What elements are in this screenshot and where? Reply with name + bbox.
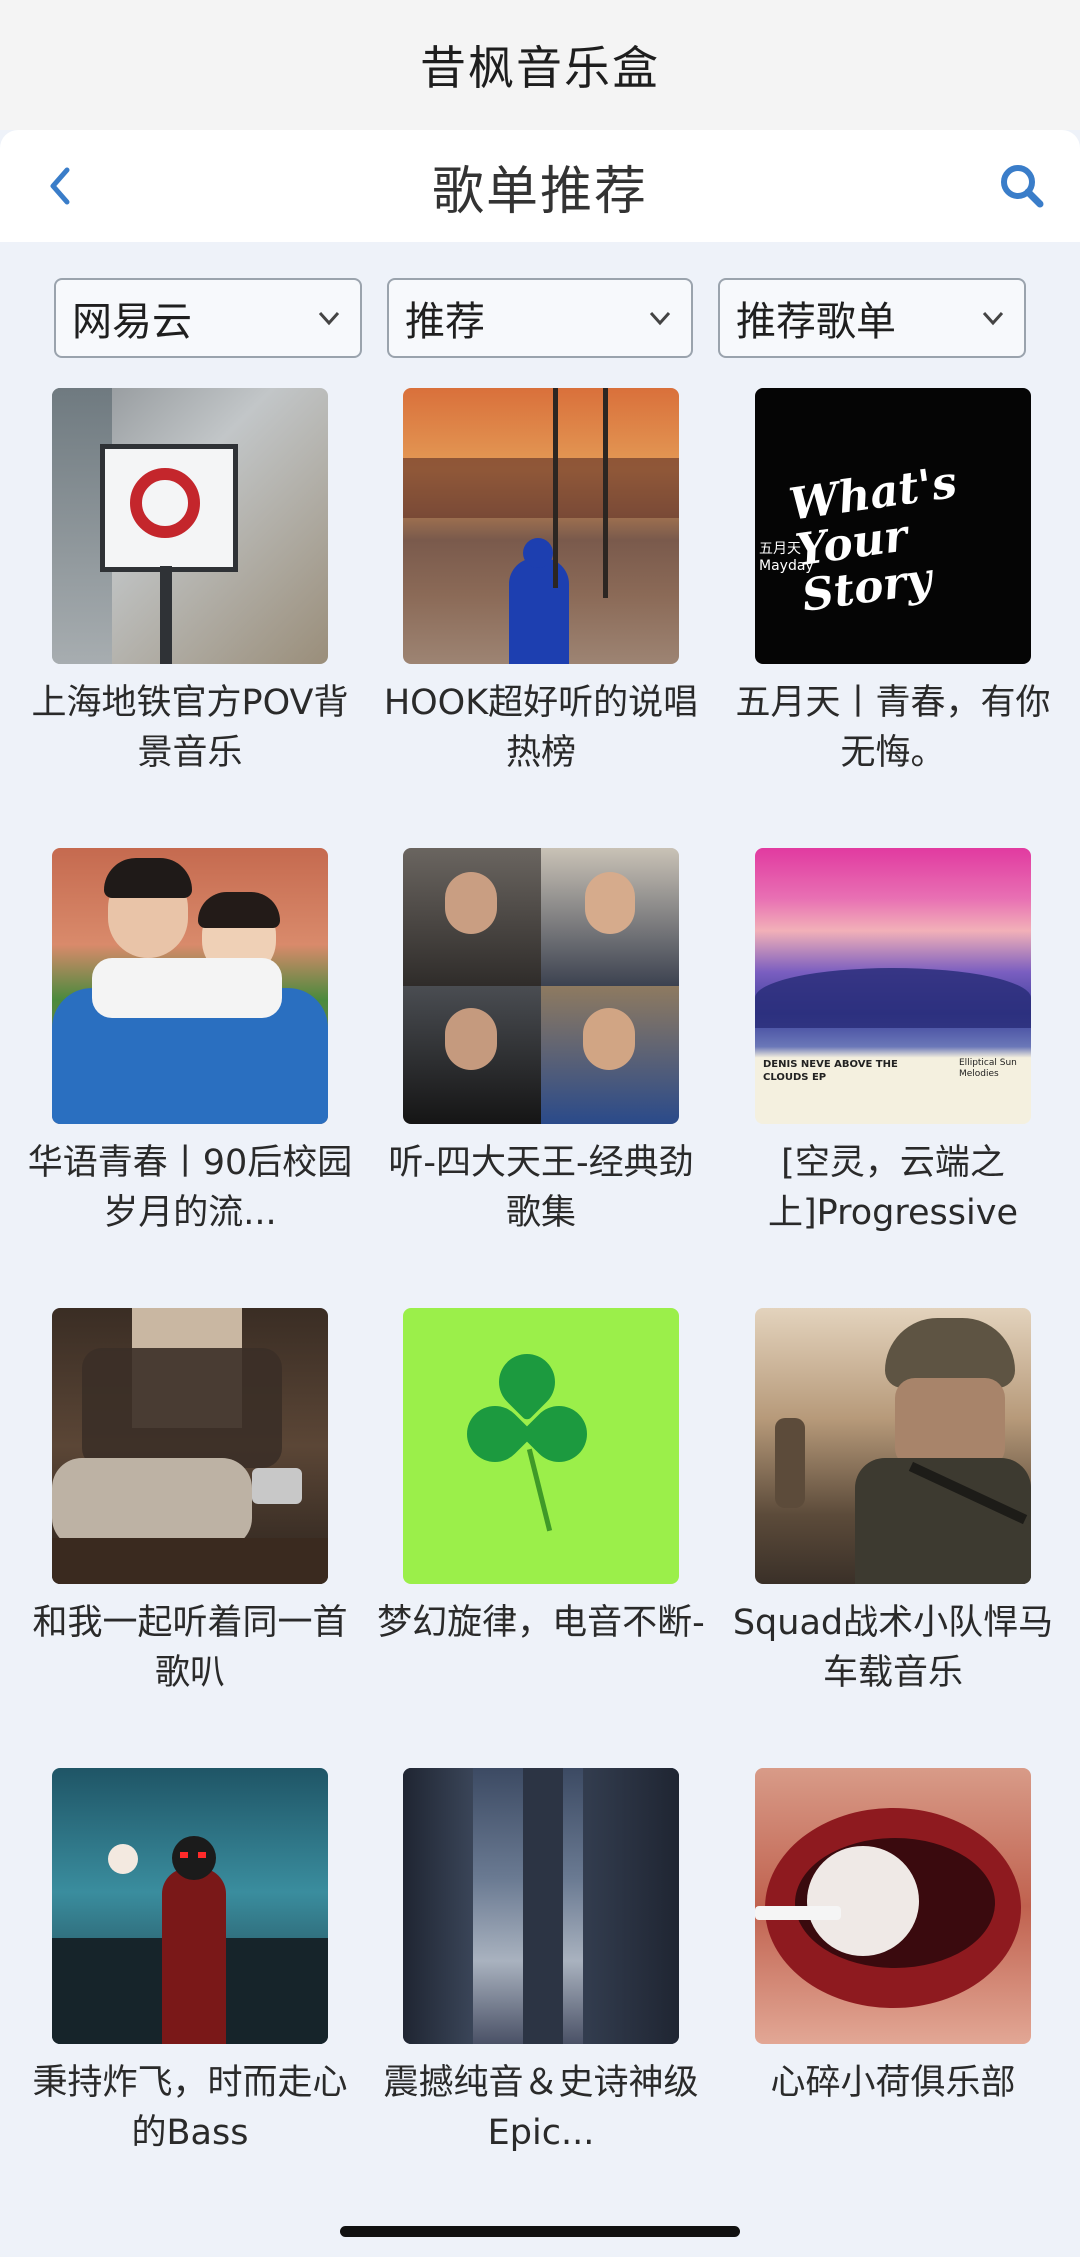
playlist-cover — [403, 388, 679, 664]
playlist-card[interactable]: HOOK超好听的说唱热榜 — [384, 388, 698, 778]
chevron-down-icon — [982, 311, 1004, 326]
source-select[interactable]: 网易云 — [54, 278, 362, 358]
playlist-name: 和我一起听着同一首歌叭 — [32, 1603, 348, 1693]
playlist-name: 梦幻旋律，电音不断- — [377, 1603, 705, 1643]
playlist-card[interactable]: 秉持炸飞，时而走心的Bass — [32, 1768, 348, 2158]
type-select[interactable]: 推荐歌单 — [718, 278, 1026, 358]
cover-text: What's Your Story — [786, 456, 960, 622]
playlist-name: 华语青春丨90后校园岁月的流... — [27, 1143, 353, 1233]
page-title: 歌单推荐 — [431, 161, 648, 222]
playlist-name: [空灵，云端之上]Progressive — [768, 1143, 1018, 1233]
playlist-card[interactable]: DENIS NEVE ABOVE THE CLOUDS EP Elliptica… — [755, 848, 1031, 1238]
playlist-card[interactable]: 华语青春丨90后校园岁月的流... — [28, 848, 352, 1238]
playlist-cover — [52, 1768, 328, 2044]
playlist-name: 上海地铁官方POV背景音乐 — [31, 683, 349, 773]
playlist-cover — [52, 848, 328, 1124]
playlist-cover — [403, 1768, 679, 2044]
playlist-name: 五月天丨青春，有你无悔。 — [735, 683, 1051, 773]
playlist-name: 听-四大天王-经典劲歌集 — [388, 1143, 694, 1233]
playlist-name: Squad战术小队悍马车载音乐 — [732, 1603, 1054, 1693]
cover-text: DENIS NEVE ABOVE THE CLOUDS EP — [763, 1059, 898, 1083]
playlist-cover — [52, 1308, 328, 1584]
playlist-name: HOOK超好听的说唱热榜 — [383, 683, 699, 773]
filter-bar: 网易云 推荐 推荐歌单 — [54, 278, 1026, 362]
playlist-card[interactable]: 听-四大天王-经典劲歌集 — [388, 848, 694, 1238]
search-button[interactable] — [996, 160, 1048, 212]
playlist-cover: What's Your Story 五月天 Mayday — [755, 388, 1031, 664]
chevron-down-icon — [649, 311, 671, 326]
playlist-cover — [755, 1768, 1031, 2044]
playlist-card[interactable]: 上海地铁官方POV背景音乐 — [32, 388, 348, 778]
search-icon — [1001, 165, 1044, 208]
app-title: 昔枫音乐盒 — [420, 41, 660, 95]
playlist-cover — [755, 1308, 1031, 1584]
playlist-name: 心碎小荷俱乐部 — [770, 2063, 1016, 2103]
cover-subtext: 五月天 Mayday — [759, 541, 814, 574]
cover-subtext: Elliptical Sun Melodies — [959, 1058, 1017, 1079]
playlist-cover — [403, 1308, 679, 1584]
category-select-value: 推荐 — [405, 299, 485, 345]
playlist-card[interactable]: 和我一起听着同一首歌叭 — [32, 1308, 348, 1698]
playlist-card[interactable]: Squad战术小队悍马车载音乐 — [733, 1308, 1053, 1698]
playlist-name: 秉持炸飞，时而走心的Bass — [32, 2063, 348, 2153]
playlist-cover: DENIS NEVE ABOVE THE CLOUDS EP Elliptica… — [755, 848, 1031, 1124]
playlist-name: 震撼纯音＆史诗神级Epic... — [383, 2063, 699, 2153]
playlist-card[interactable]: What's Your Story 五月天 Mayday 五月天丨青春，有你无悔… — [735, 388, 1051, 778]
home-indicator[interactable] — [340, 2226, 740, 2237]
playlist-card[interactable]: 震撼纯音＆史诗神级Epic... — [383, 1768, 699, 2158]
app-title-bar: 昔枫音乐盒 — [0, 0, 1080, 130]
playlist-cover — [403, 848, 679, 1124]
page-header: 歌单推荐 — [0, 130, 1080, 242]
category-select[interactable]: 推荐 — [387, 278, 693, 358]
playlist-cover — [52, 388, 328, 664]
playlist-card[interactable]: 心碎小荷俱乐部 — [755, 1768, 1031, 2158]
playlist-card[interactable]: 梦幻旋律，电音不断- — [377, 1308, 705, 1698]
type-select-value: 推荐歌单 — [736, 299, 896, 345]
chevron-down-icon — [318, 311, 340, 326]
source-select-value: 网易云 — [72, 299, 192, 345]
